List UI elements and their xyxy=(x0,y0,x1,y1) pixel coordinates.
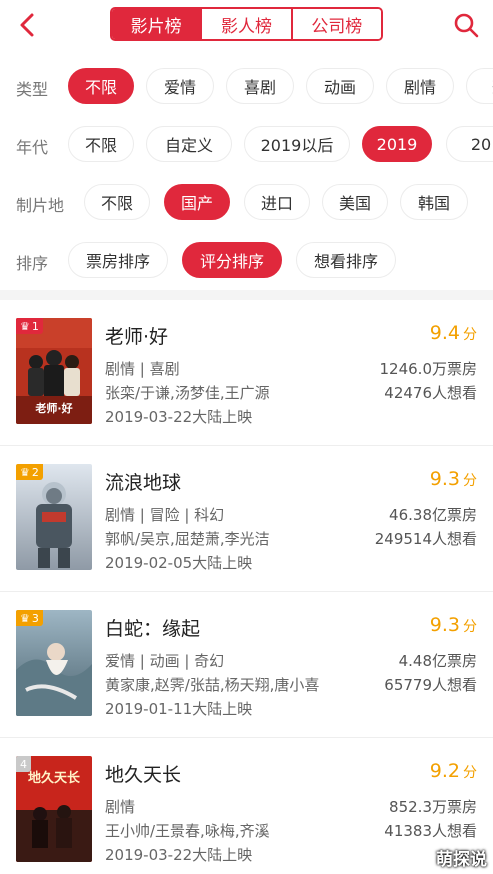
chip-type-comedy[interactable]: 喜剧 xyxy=(226,68,294,104)
movie-want-count: 249514人想看 xyxy=(374,530,477,548)
movie-poster[interactable]: 地久天长 4 xyxy=(16,756,92,862)
movie-release-date: 2019-02-05大陆上映 xyxy=(105,554,253,572)
movie-cast: 张栾/于谦,汤梦佳,王广源 xyxy=(105,384,270,402)
search-icon xyxy=(454,13,479,38)
rank-badge: 4 xyxy=(16,756,31,772)
movie-box-office: 1246.0万票房 xyxy=(379,360,478,378)
crown-icon: ♛ xyxy=(20,465,30,479)
score-unit: 分 xyxy=(463,765,477,781)
chip-year-after-2019[interactable]: 2019以后 xyxy=(244,126,350,162)
chip-sort-boxoffice[interactable]: 票房排序 xyxy=(68,242,168,278)
poster-title-text: 地久天长 xyxy=(28,770,81,786)
chip-year-next[interactable]: 20 xyxy=(446,126,493,162)
chip-region-unlimited[interactable]: 不限 xyxy=(84,184,150,220)
movie-list: 老师·好 ♛ 1 老师·好 剧情 | 喜剧 张栾/于谦,汤梦佳,王广源 2019-… xyxy=(0,300,493,874)
movie-box-office: 46.38亿票房 xyxy=(389,506,477,524)
movie-release-date: 2019-03-22大陆上映 xyxy=(105,846,253,864)
movie-item[interactable]: 地久天长 4 地久天长 剧情 王小帅/王景春,咏梅,齐溪 2019-03-22大… xyxy=(0,738,493,874)
score-value: 9.2 xyxy=(429,760,460,782)
movie-score: 9.3 分 xyxy=(430,614,477,636)
movie-want-count: 42476人想看 xyxy=(384,384,477,402)
rank-badge: ♛ 3 xyxy=(16,610,43,626)
tab-company-ranking[interactable]: 公司榜 xyxy=(290,9,381,39)
movie-poster[interactable]: ♛ 2 xyxy=(16,464,92,570)
movie-box-office: 852.3万票房 xyxy=(389,798,477,816)
chip-type-drama[interactable]: 剧情 xyxy=(386,68,454,104)
rank-number: 4 xyxy=(20,757,27,771)
chip-sort-want[interactable]: 想看排序 xyxy=(296,242,396,278)
chip-year-2019[interactable]: 2019 xyxy=(362,126,432,162)
tab-movie-ranking[interactable]: 影片榜 xyxy=(112,9,201,39)
movie-poster[interactable]: 老师·好 ♛ 1 xyxy=(16,318,92,424)
filter-label-type: 类型 xyxy=(16,80,49,99)
score-value: 9.3 xyxy=(429,614,460,636)
back-arrow-icon xyxy=(20,13,34,37)
movie-genre: 剧情 xyxy=(105,798,136,816)
movie-title[interactable]: 流浪地球 xyxy=(105,468,181,495)
rank-number: 3 xyxy=(31,611,39,625)
movie-want-count: 65779人想看 xyxy=(384,676,477,694)
chip-sort-rating[interactable]: 评分排序 xyxy=(182,242,282,278)
movie-title[interactable]: 白蛇：缘起 xyxy=(105,614,200,641)
movie-want-count: 41383人想看 xyxy=(384,822,477,840)
filter-row-region: 制片地 不限 国产 进口 美国 韩国 xyxy=(0,182,493,226)
movie-poster[interactable]: ♛ 3 xyxy=(16,610,92,716)
watermark-text: 萌探说 xyxy=(436,850,487,870)
score-value: 9.3 xyxy=(429,468,460,490)
tab-people-ranking[interactable]: 影人榜 xyxy=(200,9,291,39)
movie-item[interactable]: ♛ 3 白蛇：缘起 爱情 | 动画 | 奇幻 黄家康,赵霁/张喆,杨天翔,唐小喜 … xyxy=(0,592,493,738)
ranking-tabs: 影片榜 影人榜 公司榜 xyxy=(110,7,383,41)
movie-score: 9.3 分 xyxy=(430,468,477,490)
chip-type-unlimited[interactable]: 不限 xyxy=(68,68,134,104)
chip-type-romance[interactable]: 爱情 xyxy=(146,68,214,104)
filter-row-sort: 排序 票房排序 评分排序 想看排序 xyxy=(0,240,493,284)
rank-number: 2 xyxy=(31,465,39,479)
filter-row-year: 年代 不限 自定义 2019以后 2019 20 xyxy=(0,124,493,168)
poster-title-text: 老师·好 xyxy=(34,401,72,415)
movie-item[interactable]: ♛ 2 流浪地球 剧情 | 冒险 | 科幻 郭帆/吴京,屈楚萧,李光洁 2019-… xyxy=(0,446,493,592)
movie-cast: 王小帅/王景春,咏梅,齐溪 xyxy=(105,822,270,840)
search-button[interactable] xyxy=(449,8,483,42)
rank-number: 1 xyxy=(31,319,39,333)
movie-genre: 剧情 | 喜剧 xyxy=(105,360,180,378)
chip-year-unlimited[interactable]: 不限 xyxy=(68,126,134,162)
movie-title[interactable]: 老师·好 xyxy=(105,322,168,349)
chip-region-domestic[interactable]: 国产 xyxy=(164,184,230,220)
chip-year-custom[interactable]: 自定义 xyxy=(146,126,232,162)
movie-title[interactable]: 地久天长 xyxy=(105,760,181,787)
movie-release-date: 2019-01-11大陆上映 xyxy=(105,700,253,718)
movie-item[interactable]: 老师·好 ♛ 1 老师·好 剧情 | 喜剧 张栾/于谦,汤梦佳,王广源 2019-… xyxy=(0,300,493,446)
score-unit: 分 xyxy=(463,473,477,489)
filter-row-type: 类型 不限 爱情 喜剧 动画 剧情 恐 xyxy=(0,66,493,110)
crown-icon: ♛ xyxy=(20,611,30,625)
movie-cast: 郭帆/吴京,屈楚萧,李光洁 xyxy=(105,530,270,548)
movie-release-date: 2019-03-22大陆上映 xyxy=(105,408,253,426)
chip-type-horror[interactable]: 恐 xyxy=(466,68,493,104)
movie-cast: 黄家康,赵霁/张喆,杨天翔,唐小喜 xyxy=(105,676,320,694)
back-button[interactable] xyxy=(10,8,44,42)
chip-region-imported[interactable]: 进口 xyxy=(244,184,310,220)
crown-icon: ♛ xyxy=(20,319,30,333)
movie-score: 9.4 分 xyxy=(430,322,477,344)
score-unit: 分 xyxy=(463,327,477,343)
filter-label-region: 制片地 xyxy=(16,196,65,215)
rank-badge: ♛ 1 xyxy=(16,318,43,334)
filter-panel: 类型 不限 爱情 喜剧 动画 剧情 恐 年代 不限 自定义 2019以后 201… xyxy=(0,52,493,290)
score-value: 9.4 xyxy=(429,322,460,344)
movie-genre: 剧情 | 冒险 | 科幻 xyxy=(105,506,225,524)
movie-genre: 爱情 | 动画 | 奇幻 xyxy=(105,652,225,670)
chip-region-usa[interactable]: 美国 xyxy=(322,184,388,220)
movie-box-office: 4.48亿票房 xyxy=(398,652,477,670)
rank-badge: ♛ 2 xyxy=(16,464,43,480)
filter-label-sort: 排序 xyxy=(16,254,49,273)
filter-label-year: 年代 xyxy=(16,138,49,157)
top-bar: 影片榜 影人榜 公司榜 xyxy=(0,0,493,52)
score-unit: 分 xyxy=(463,619,477,635)
chip-region-korea[interactable]: 韩国 xyxy=(400,184,468,220)
chip-type-animation[interactable]: 动画 xyxy=(306,68,374,104)
movie-score: 9.2 分 xyxy=(430,760,477,782)
